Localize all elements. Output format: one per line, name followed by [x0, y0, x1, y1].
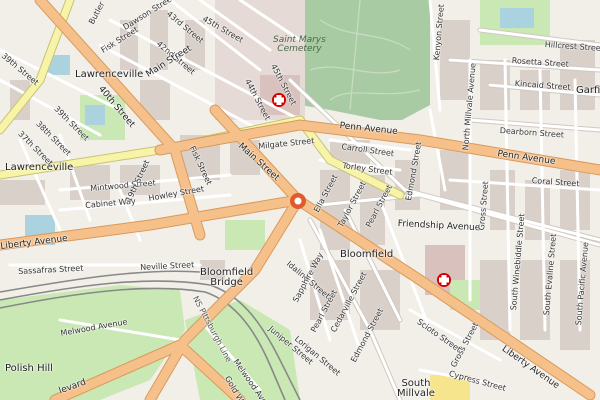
place-label-lawrenceville-west: Lawrenceville [5, 162, 74, 173]
location-marker-icon[interactable] [290, 193, 306, 209]
place-label-garfield: Garfie [576, 85, 600, 96]
pool-lawrenceville [85, 105, 105, 125]
ballfield [225, 220, 265, 250]
pool-northeast [500, 8, 534, 28]
place-label-saint-marys-cemetery: Saint Marys Cemetery [273, 35, 326, 54]
map-view[interactable]: Lawrenceville Lawrenceville Saint Marys … [0, 0, 600, 400]
place-label-lawrenceville-north: Lawrenceville [75, 69, 144, 80]
saint-marys-cemetery-area [300, 0, 430, 120]
place-label-polish-hill: Polish Hill [5, 363, 53, 374]
place-label-bloomfield-bridge: Bloomfield Bridge [200, 267, 254, 288]
place-label-south-millvale: South Millvale [397, 378, 435, 399]
place-label-bloomfield: Bloomfield [340, 249, 394, 260]
hospital-icon-south[interactable] [437, 273, 451, 287]
